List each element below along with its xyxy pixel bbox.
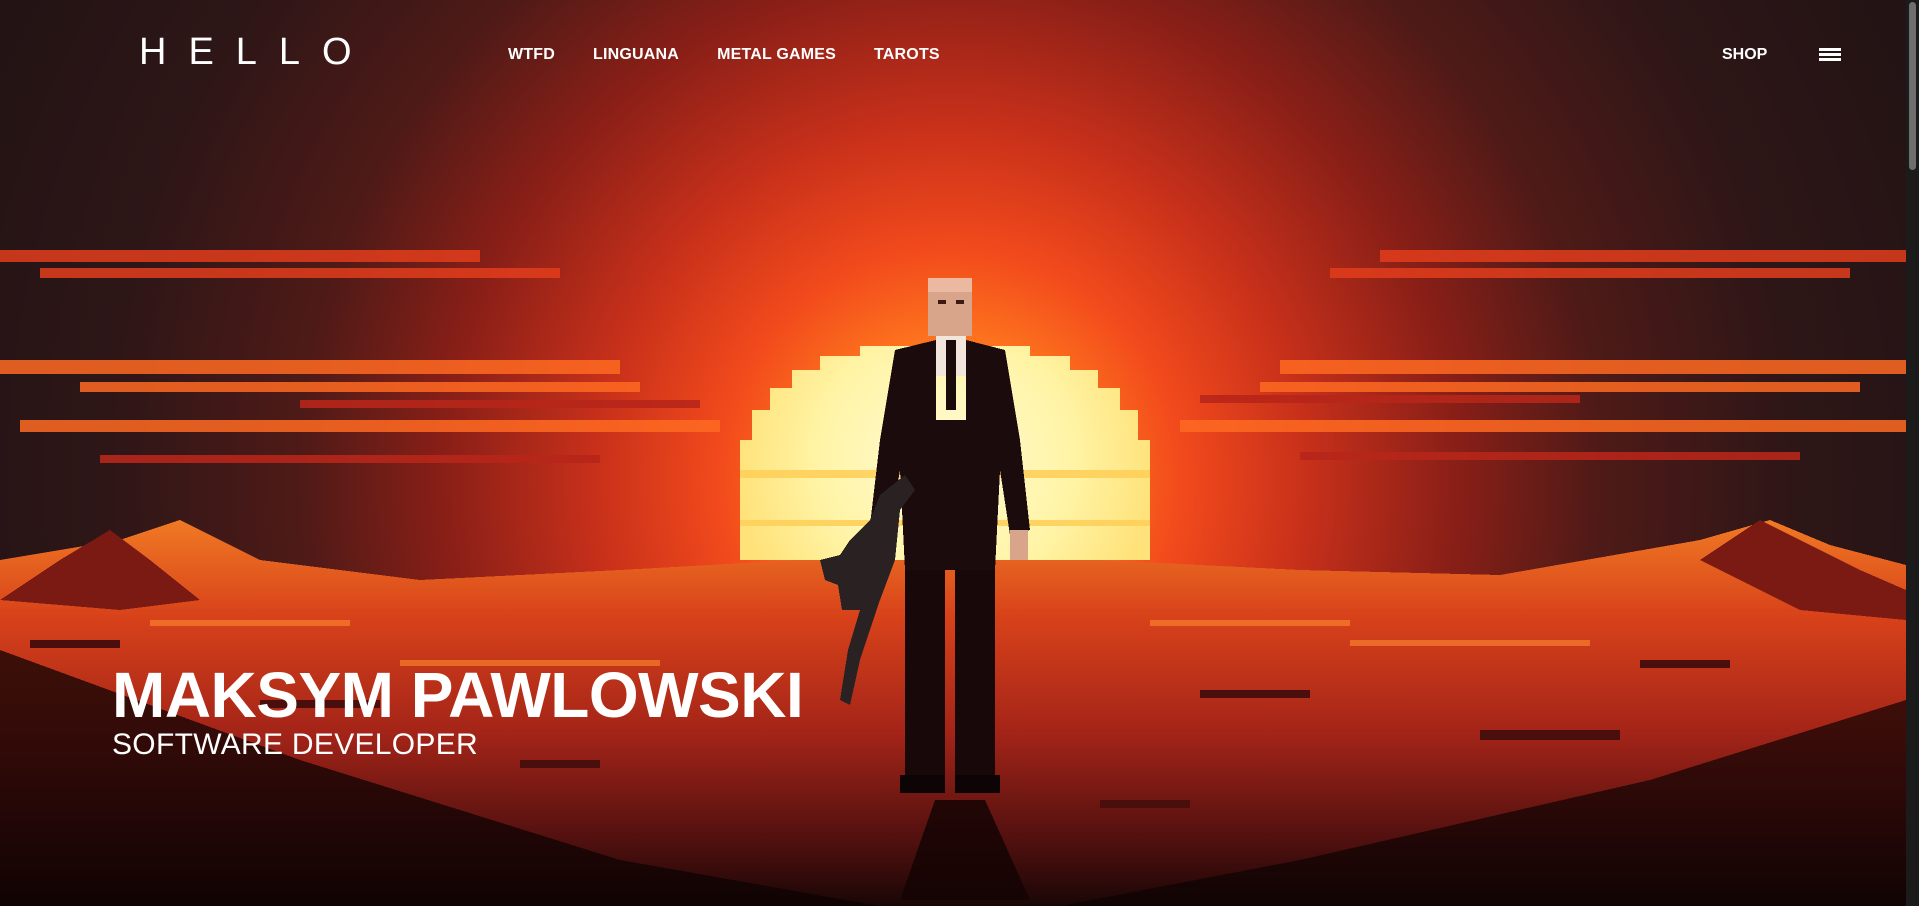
hero-name: MAKSYM PAWLOWSKI — [112, 659, 804, 731]
site-header: HELLO WTFD LINGUANA METAL GAMES TAROTS S… — [0, 0, 1906, 110]
hero-role: SOFTWARE DEVELOPER — [112, 728, 479, 761]
hamburger-menu-icon[interactable] — [1819, 46, 1841, 62]
page-scrollbar[interactable] — [1906, 0, 1919, 906]
shop-link[interactable]: SHOP — [1722, 46, 1767, 64]
hero-title-block: MAKSYM PAWLOWSKI SOFTWARE DEVELOPER — [112, 659, 804, 762]
scrollbar-thumb[interactable] — [1909, 2, 1916, 170]
page-viewport: HELLO WTFD LINGUANA METAL GAMES TAROTS S… — [0, 0, 1919, 906]
site-logo[interactable]: HELLO — [139, 33, 374, 71]
nav-link-linguana[interactable]: LINGUANA — [593, 46, 679, 64]
nav-link-tarots[interactable]: TAROTS — [874, 46, 940, 64]
nav-link-wtfd[interactable]: WTFD — [508, 46, 555, 64]
hero-background-image — [0, 0, 1906, 906]
nav-link-metal-games[interactable]: METAL GAMES — [717, 46, 836, 64]
main-nav: WTFD LINGUANA METAL GAMES TAROTS — [508, 46, 940, 64]
